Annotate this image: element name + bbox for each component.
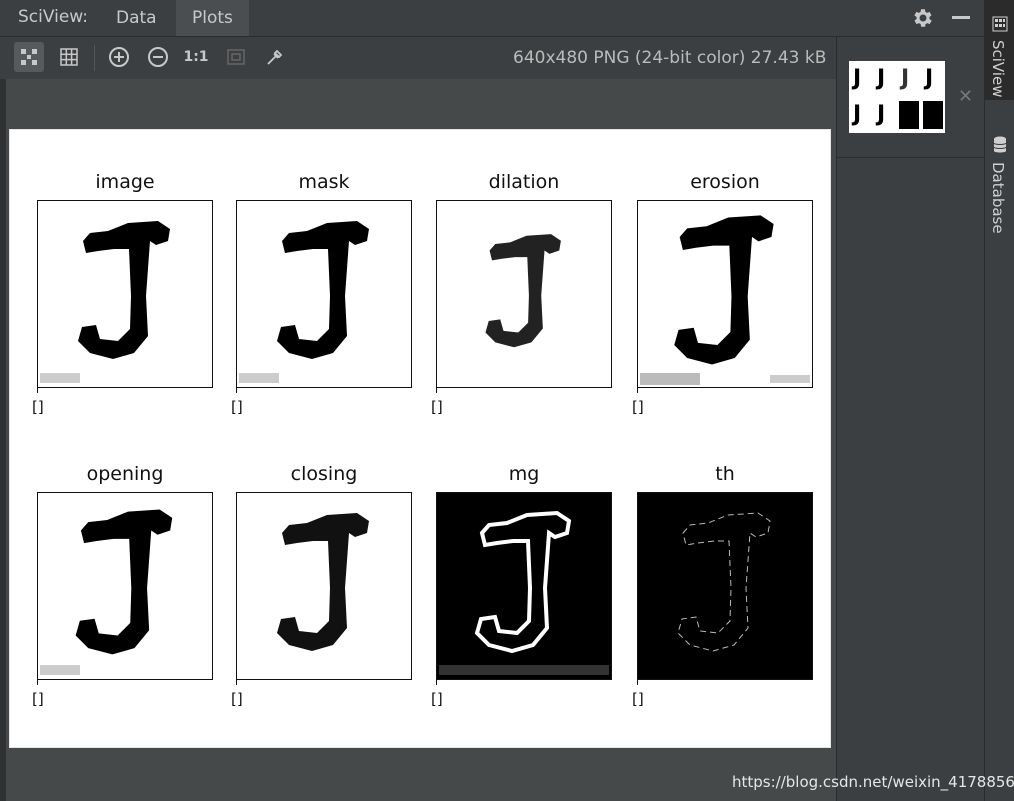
subplot-title: erosion bbox=[690, 171, 760, 193]
svg-text:J: J bbox=[923, 66, 933, 91]
color-picker-icon[interactable] bbox=[260, 42, 290, 72]
x-tick bbox=[436, 387, 437, 393]
gear-icon[interactable] bbox=[910, 6, 934, 30]
tick-label: [] bbox=[632, 690, 644, 708]
close-icon[interactable]: ✕ bbox=[958, 86, 973, 107]
table-icon bbox=[992, 16, 1008, 32]
subplot-mask bbox=[236, 200, 412, 388]
top-tab-bar: SciView: Data Plots bbox=[0, 0, 984, 37]
subplot-erosion bbox=[637, 200, 813, 388]
subplot-th bbox=[637, 492, 813, 680]
fit-zoom-icon[interactable] bbox=[221, 42, 251, 72]
tick-label: [] bbox=[32, 690, 44, 708]
subplot-dilation bbox=[436, 200, 612, 388]
subplot-title: closing bbox=[290, 463, 358, 485]
subplot-title: mg bbox=[508, 463, 540, 485]
x-tick bbox=[236, 387, 237, 393]
plot-image: image [] mask [] dilation [] erosion [] … bbox=[9, 129, 831, 748]
subplot-title: mask bbox=[298, 171, 350, 193]
x-tick bbox=[436, 679, 437, 685]
tick-label: [] bbox=[431, 398, 443, 416]
subplot-title: th bbox=[715, 463, 735, 485]
grid-icon[interactable] bbox=[54, 42, 84, 72]
subplot-title: opening bbox=[86, 463, 164, 485]
sidebar-item-database[interactable]: Database bbox=[985, 130, 1014, 240]
x-tick bbox=[37, 679, 38, 685]
subplot-title: image bbox=[95, 171, 155, 193]
database-icon bbox=[993, 136, 1007, 153]
x-tick bbox=[637, 679, 638, 685]
tab-data[interactable]: Data bbox=[100, 0, 173, 36]
x-tick bbox=[637, 387, 638, 393]
fit-to-window-icon[interactable] bbox=[14, 42, 44, 72]
minimize-icon[interactable] bbox=[952, 16, 970, 19]
image-info-text: 640x480 PNG (24-bit color) 27.43 kB bbox=[513, 48, 827, 68]
watermark-text: https://blog.csdn.net/weixin_41788560 bbox=[732, 773, 1014, 791]
app-title: SciView: bbox=[18, 7, 89, 27]
subplot-title: dilation bbox=[488, 171, 560, 193]
sidebar-item-label: SciView bbox=[989, 40, 1007, 98]
tick-label: [] bbox=[32, 398, 44, 416]
sidebar-item-label: Database bbox=[989, 162, 1007, 234]
svg-text:J: J bbox=[851, 66, 861, 91]
zoom-in-icon[interactable] bbox=[104, 42, 134, 72]
x-tick bbox=[37, 387, 38, 393]
sidebar-item-sciview[interactable]: SciView bbox=[985, 0, 1014, 100]
x-tick bbox=[236, 679, 237, 685]
subplot-image bbox=[37, 200, 213, 388]
toolbar-separator bbox=[94, 45, 95, 71]
tick-label: [] bbox=[231, 690, 243, 708]
svg-text:J: J bbox=[851, 102, 861, 127]
svg-text:J: J bbox=[875, 66, 885, 91]
plot-thumbnail[interactable]: JJJJ JJ bbox=[849, 61, 945, 133]
thumbnail-panel bbox=[836, 37, 985, 801]
svg-text:J: J bbox=[899, 66, 909, 91]
tab-plots[interactable]: Plots bbox=[176, 0, 249, 36]
svg-text:J: J bbox=[875, 102, 885, 127]
panel-divider bbox=[836, 157, 984, 158]
zoom-out-icon[interactable] bbox=[143, 42, 173, 72]
subplot-opening bbox=[37, 492, 213, 680]
tick-label: [] bbox=[431, 690, 443, 708]
tick-label: [] bbox=[231, 398, 243, 416]
side-tool-tabs: SciView Database bbox=[984, 0, 1014, 801]
subplot-mg bbox=[436, 492, 612, 680]
actual-size-button[interactable]: 1:1 bbox=[181, 42, 211, 72]
subplot-closing bbox=[236, 492, 412, 680]
tick-label: [] bbox=[632, 398, 644, 416]
